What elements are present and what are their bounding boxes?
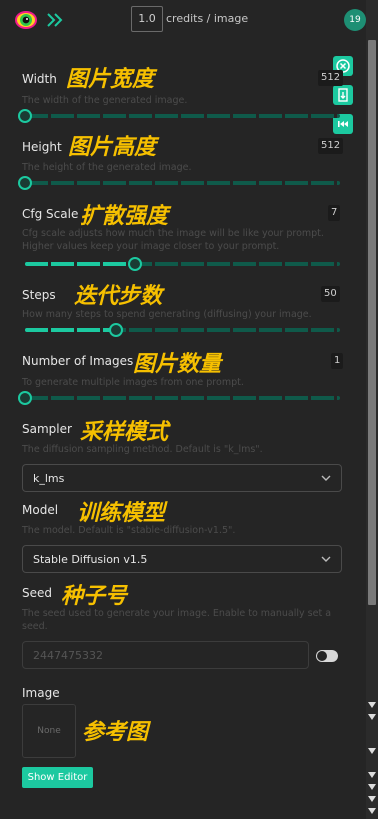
- double-chevron-icon[interactable]: [46, 12, 64, 28]
- sampler-selected: k_lms: [33, 472, 65, 485]
- cfg-overlay-text: 扩散强度: [80, 204, 169, 229]
- num-images-slider-thumb[interactable]: [18, 391, 32, 405]
- num-images-label: Number of Images: [22, 354, 134, 368]
- sampler-label: Sampler: [22, 422, 72, 436]
- show-editor-button[interactable]: Show Editor: [22, 767, 93, 788]
- scroll-down-arrow-icon[interactable]: [368, 784, 376, 790]
- cfg-value[interactable]: 7: [328, 205, 341, 221]
- cfg-slider[interactable]: [25, 257, 340, 271]
- model-overlay-text: 训练模型: [77, 501, 166, 526]
- seed-overlay-text: 种子号: [61, 584, 128, 609]
- height-overlay-text: 图片高度: [68, 135, 157, 160]
- num-images-description: To generate multiple images from one pro…: [22, 377, 244, 388]
- model-label: Model: [22, 503, 59, 517]
- width-value[interactable]: 512: [318, 70, 344, 86]
- model-select[interactable]: Stable Diffusion v1.5: [22, 545, 342, 573]
- scroll-down-arrow-icon[interactable]: [368, 772, 376, 778]
- seed-label: Seed: [22, 586, 52, 600]
- scroll-down-arrow-icon[interactable]: [368, 748, 376, 754]
- scroll-down-arrow-icon[interactable]: [368, 702, 376, 708]
- reference-image-box[interactable]: None: [22, 704, 76, 758]
- eye-logo-icon[interactable]: [14, 9, 38, 31]
- num-images-value[interactable]: 1: [331, 353, 344, 369]
- height-description: The height of the generated image.: [22, 162, 192, 173]
- cfg-label: Cfg Scale: [22, 207, 79, 221]
- seed-toggle[interactable]: [316, 650, 338, 662]
- image-label: Image: [22, 686, 60, 700]
- steps-slider-thumb[interactable]: [109, 323, 124, 337]
- height-slider-thumb[interactable]: [18, 176, 32, 190]
- width-description: The width of the generated image.: [22, 95, 188, 106]
- scroll-down-arrow-icon[interactable]: [368, 714, 376, 720]
- image-overlay-text: 参考图: [82, 720, 149, 745]
- scroll-down-arrow-icon[interactable]: [368, 808, 376, 814]
- height-value[interactable]: 512: [318, 138, 344, 154]
- sampler-overlay-text: 采样模式: [80, 420, 169, 445]
- model-description: The model. Default is "stable-diffusion-…: [22, 525, 236, 536]
- steps-overlay-text: 迭代步数: [74, 284, 163, 309]
- scrollbar[interactable]: [366, 0, 378, 819]
- cfg-description: Cfg scale adjusts how much the image wil…: [22, 228, 324, 252]
- num-images-slider[interactable]: [18, 391, 340, 405]
- top-bar: 1.0 credits / image 19: [0, 0, 378, 40]
- scrollbar-thumb[interactable]: [368, 40, 376, 605]
- width-slider[interactable]: [18, 109, 340, 123]
- height-slider[interactable]: [18, 176, 340, 190]
- credit-value[interactable]: 1.0: [131, 6, 163, 32]
- steps-description: How many steps to spend generating (diff…: [22, 309, 312, 320]
- height-label: Height: [22, 140, 62, 154]
- seed-description: The seed used to generate your image. En…: [22, 608, 332, 632]
- chevron-down-icon: [321, 556, 331, 562]
- cfg-slider-thumb[interactable]: [128, 257, 143, 271]
- scroll-down-arrow-icon[interactable]: [368, 796, 376, 802]
- model-selected: Stable Diffusion v1.5: [33, 553, 148, 566]
- sampler-select[interactable]: k_lms: [22, 464, 342, 492]
- width-overlay-text: 图片宽度: [66, 67, 155, 92]
- steps-slider[interactable]: [25, 323, 340, 337]
- width-label: Width: [22, 72, 57, 86]
- user-avatar[interactable]: 19: [344, 9, 366, 31]
- sampler-description: The diffusion sampling method. Default i…: [22, 444, 263, 455]
- width-slider-thumb[interactable]: [18, 109, 32, 123]
- num-images-overlay-text: 图片数量: [133, 352, 222, 377]
- chevron-down-icon: [321, 475, 331, 481]
- steps-value[interactable]: 50: [321, 286, 340, 302]
- seed-input[interactable]: 2447475332: [22, 641, 309, 669]
- credit-label: credits / image: [166, 12, 249, 25]
- steps-label: Steps: [22, 288, 56, 302]
